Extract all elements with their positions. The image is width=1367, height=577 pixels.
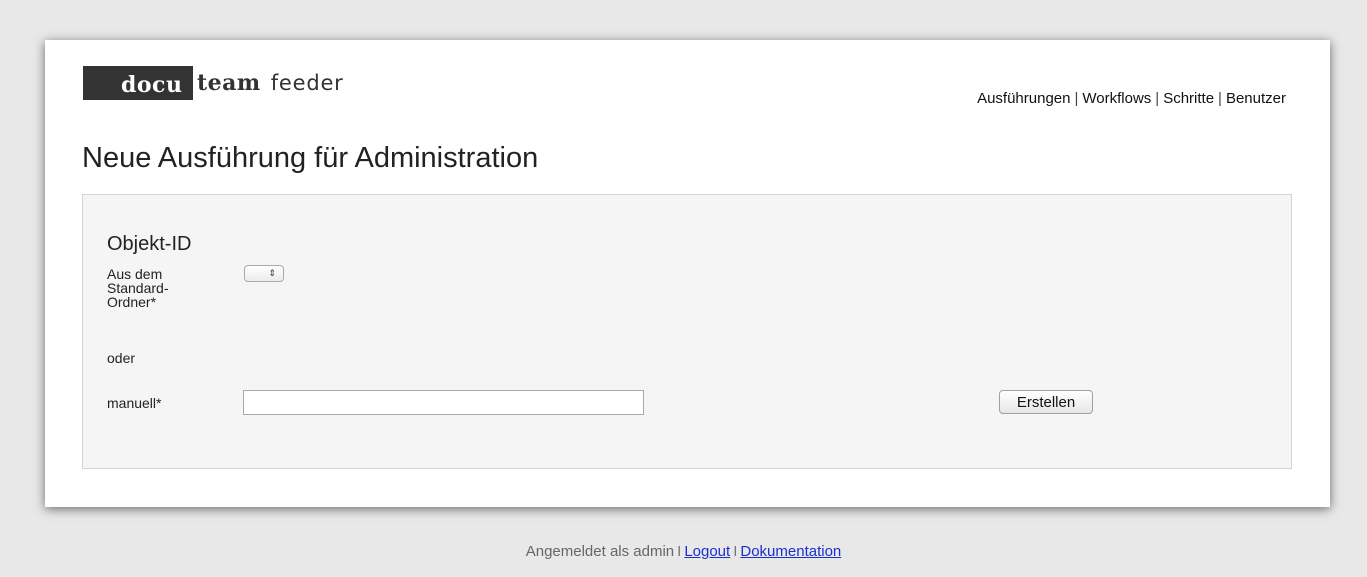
footer: Angemeldet als admin I Logout I Dokumentatio… bbox=[0, 543, 1367, 560]
manual-id-input[interactable] bbox=[243, 390, 644, 415]
folder-select[interactable]: ⇕ bbox=[244, 265, 284, 282]
footer-separator: I bbox=[677, 543, 682, 560]
footer-separator: I bbox=[733, 543, 738, 560]
page-title: Neue Ausführung für Administration bbox=[82, 142, 539, 174]
logo-product: feeder bbox=[270, 71, 344, 95]
nav-link-benutzer[interactable]: Benutzer bbox=[1226, 90, 1286, 107]
nav-link-workflows[interactable]: Workflows bbox=[1082, 90, 1151, 107]
updown-chevron-icon: ⇕ bbox=[268, 268, 276, 278]
footer-logged-in-text: Angemeldet als admin bbox=[525, 543, 675, 560]
manual-label: manuell* bbox=[107, 395, 162, 411]
logo-highlight: docu bbox=[83, 66, 193, 100]
folder-label: Aus dem Standard-Ordner* bbox=[107, 266, 169, 310]
nav-separator: | bbox=[1155, 90, 1160, 107]
logo[interactable]: docu team feeder bbox=[83, 66, 344, 100]
top-navigation: Ausführungen | Workflows | Schritte | Benutzer bbox=[977, 90, 1286, 107]
logout-link[interactable]: Logout bbox=[684, 543, 730, 560]
create-button[interactable]: Erstellen bbox=[999, 390, 1093, 414]
nav-link-ausfuehrungen[interactable]: Ausführungen bbox=[977, 90, 1070, 107]
or-label: oder bbox=[107, 350, 136, 366]
documentation-link[interactable]: Dokumentation bbox=[740, 543, 841, 560]
nav-link-schritte[interactable]: Schritte bbox=[1163, 90, 1214, 107]
logo-text: team bbox=[197, 70, 261, 96]
nav-separator: | bbox=[1074, 90, 1079, 107]
section-title: Objekt-ID bbox=[107, 233, 192, 255]
form-panel: Objekt-ID Aus dem Standard-Ordner* ⇕ ode… bbox=[82, 194, 1292, 469]
nav-separator: | bbox=[1218, 90, 1222, 107]
main-card: docu team feeder Ausführungen | Workflows |… bbox=[45, 40, 1330, 507]
